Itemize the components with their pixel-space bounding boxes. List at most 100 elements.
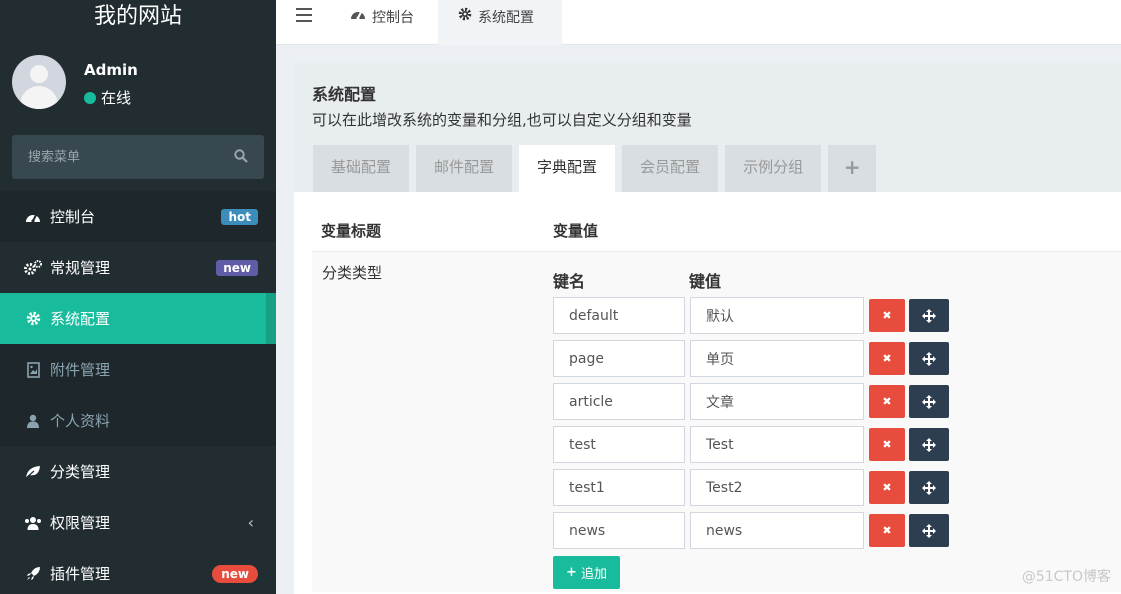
config-tabs: 基础配置 邮件配置 字典配置 会员配置 示例分组 + xyxy=(313,145,883,192)
menu-toggle-icon[interactable] xyxy=(296,8,312,22)
key-input[interactable] xyxy=(553,340,685,377)
drag-handle-button[interactable] xyxy=(909,471,949,504)
sidebar: 我的网站 Admin 在线 控制台 hot 常规管理 xyxy=(0,0,276,594)
sidebar-item-label: 分类管理 xyxy=(50,463,111,481)
delete-button[interactable]: ✖ xyxy=(869,471,905,504)
value-header: 键值 xyxy=(689,272,722,291)
drag-handle-button[interactable] xyxy=(909,342,949,375)
sidebar-item-label: 控制台 xyxy=(50,208,96,226)
tab-dictionary-config[interactable]: 字典配置 xyxy=(519,145,616,192)
user-panel: Admin 在线 xyxy=(12,55,272,115)
key-input[interactable] xyxy=(553,469,685,506)
kv-row: ✖ xyxy=(553,297,949,334)
app-logo[interactable]: 我的网站 xyxy=(0,0,276,40)
value-input[interactable] xyxy=(690,340,864,377)
move-arrows-icon xyxy=(922,523,936,538)
sidebar-item-permissions[interactable]: 权限管理 ‹ xyxy=(0,497,276,548)
tab-label: 控制台 xyxy=(372,10,414,26)
key-input[interactable] xyxy=(553,426,685,463)
kv-row: ✖ xyxy=(553,512,949,549)
drag-handle-button[interactable] xyxy=(909,385,949,418)
close-icon: ✖ xyxy=(882,481,892,494)
sidebar-item-profile[interactable]: 个人资料 xyxy=(0,395,276,446)
sidebar-item-attachments[interactable]: 附件管理 xyxy=(0,344,276,395)
move-arrows-icon xyxy=(922,351,936,366)
key-header: 键名 xyxy=(553,272,586,291)
image-file-icon xyxy=(24,361,42,379)
tab-email-config[interactable]: 邮件配置 xyxy=(416,145,513,192)
move-arrows-icon xyxy=(922,394,936,409)
watermark: @51CTO博客 xyxy=(1021,569,1111,585)
dashboard-icon xyxy=(350,7,366,20)
chevron-left-icon: ‹ xyxy=(247,513,254,532)
value-input[interactable] xyxy=(690,426,864,463)
sidebar-item-general[interactable]: 常规管理 new xyxy=(0,242,276,293)
config-panel: 系统配置 可以在此增改系统的变量和分组,也可以自定义分组和变量 基础配置 邮件配… xyxy=(294,63,1121,594)
delete-button[interactable]: ✖ xyxy=(869,514,905,547)
sidebar-item-label: 个人资料 xyxy=(50,412,111,430)
close-icon: ✖ xyxy=(882,352,892,365)
avatar xyxy=(12,55,66,109)
tab-member-config[interactable]: 会员配置 xyxy=(622,145,719,192)
close-icon: ✖ xyxy=(882,395,892,408)
close-icon: ✖ xyxy=(882,438,892,451)
panel-header: 系统配置 可以在此增改系统的变量和分组,也可以自定义分组和变量 基础配置 邮件配… xyxy=(294,63,1121,192)
dashboard-icon xyxy=(24,208,42,226)
tab-basic-config[interactable]: 基础配置 xyxy=(313,145,410,192)
search-icon[interactable] xyxy=(234,149,248,163)
leaf-icon xyxy=(24,463,42,481)
sidebar-item-system-config[interactable]: 系统配置 xyxy=(0,293,276,344)
kv-row: ✖ xyxy=(553,426,949,463)
drag-handle-button[interactable] xyxy=(909,514,949,547)
delete-button[interactable]: ✖ xyxy=(869,299,905,332)
delete-button[interactable]: ✖ xyxy=(869,428,905,461)
gear-icon xyxy=(458,7,472,21)
plus-icon: + xyxy=(566,565,577,580)
delete-button[interactable]: ✖ xyxy=(869,385,905,418)
drag-handle-button[interactable] xyxy=(909,428,949,461)
kv-row: ✖ xyxy=(553,469,949,506)
delete-button[interactable]: ✖ xyxy=(869,342,905,375)
key-input[interactable] xyxy=(553,383,685,420)
header-title-column: 变量标题 xyxy=(321,221,382,240)
user-status: 在线 xyxy=(84,87,131,108)
sidebar-item-label: 插件管理 xyxy=(50,565,111,583)
tab-system-config[interactable]: 系统配置 xyxy=(438,0,562,45)
tab-example-group[interactable]: 示例分组 xyxy=(725,145,822,192)
close-icon: ✖ xyxy=(882,309,892,322)
sidebar-item-label: 系统配置 xyxy=(50,310,111,328)
table-header: 变量标题 变量值 xyxy=(312,209,1121,252)
sidebar-item-dashboard[interactable]: 控制台 hot xyxy=(0,191,276,242)
move-arrows-icon xyxy=(922,308,936,323)
add-tab-button[interactable]: + xyxy=(828,145,877,192)
value-input[interactable] xyxy=(690,469,864,506)
panel-subtitle: 可以在此增改系统的变量和分组,也可以自定义分组和变量 xyxy=(312,111,692,129)
value-input[interactable] xyxy=(690,512,864,549)
gear-icon xyxy=(24,310,42,328)
sidebar-menu: 控制台 hot 常规管理 new 系统配置 附件管理 个人资料 分类管理 权限管… xyxy=(0,191,276,594)
key-input[interactable] xyxy=(553,297,685,334)
value-input[interactable] xyxy=(690,297,864,334)
add-entry-button[interactable]: + 追加 xyxy=(553,556,620,589)
move-arrows-icon xyxy=(922,437,936,452)
row-label: 分类类型 xyxy=(322,264,383,282)
cogs-icon xyxy=(24,259,42,277)
sidebar-item-plugins[interactable]: 插件管理 new xyxy=(0,548,276,594)
panel-title: 系统配置 xyxy=(312,85,377,104)
search-input[interactable] xyxy=(12,135,222,179)
kv-row: ✖ xyxy=(553,340,949,377)
sidebar-item-label: 常规管理 xyxy=(50,259,111,277)
value-input[interactable] xyxy=(690,383,864,420)
header-value-column: 变量值 xyxy=(553,221,599,240)
tab-dashboard[interactable]: 控制台 xyxy=(350,0,414,45)
key-input[interactable] xyxy=(553,512,685,549)
drag-handle-button[interactable] xyxy=(909,299,949,332)
user-icon xyxy=(24,412,42,430)
sidebar-item-category[interactable]: 分类管理 xyxy=(0,446,276,497)
hot-badge: hot xyxy=(221,208,258,225)
sidebar-item-label: 附件管理 xyxy=(50,361,111,379)
close-icon: ✖ xyxy=(882,524,892,537)
new-badge: new xyxy=(216,259,258,276)
config-table: 变量标题 变量值 分类类型 键名 键值 ✖ ✖ ✖ xyxy=(312,209,1121,592)
user-name: Admin xyxy=(84,61,138,79)
